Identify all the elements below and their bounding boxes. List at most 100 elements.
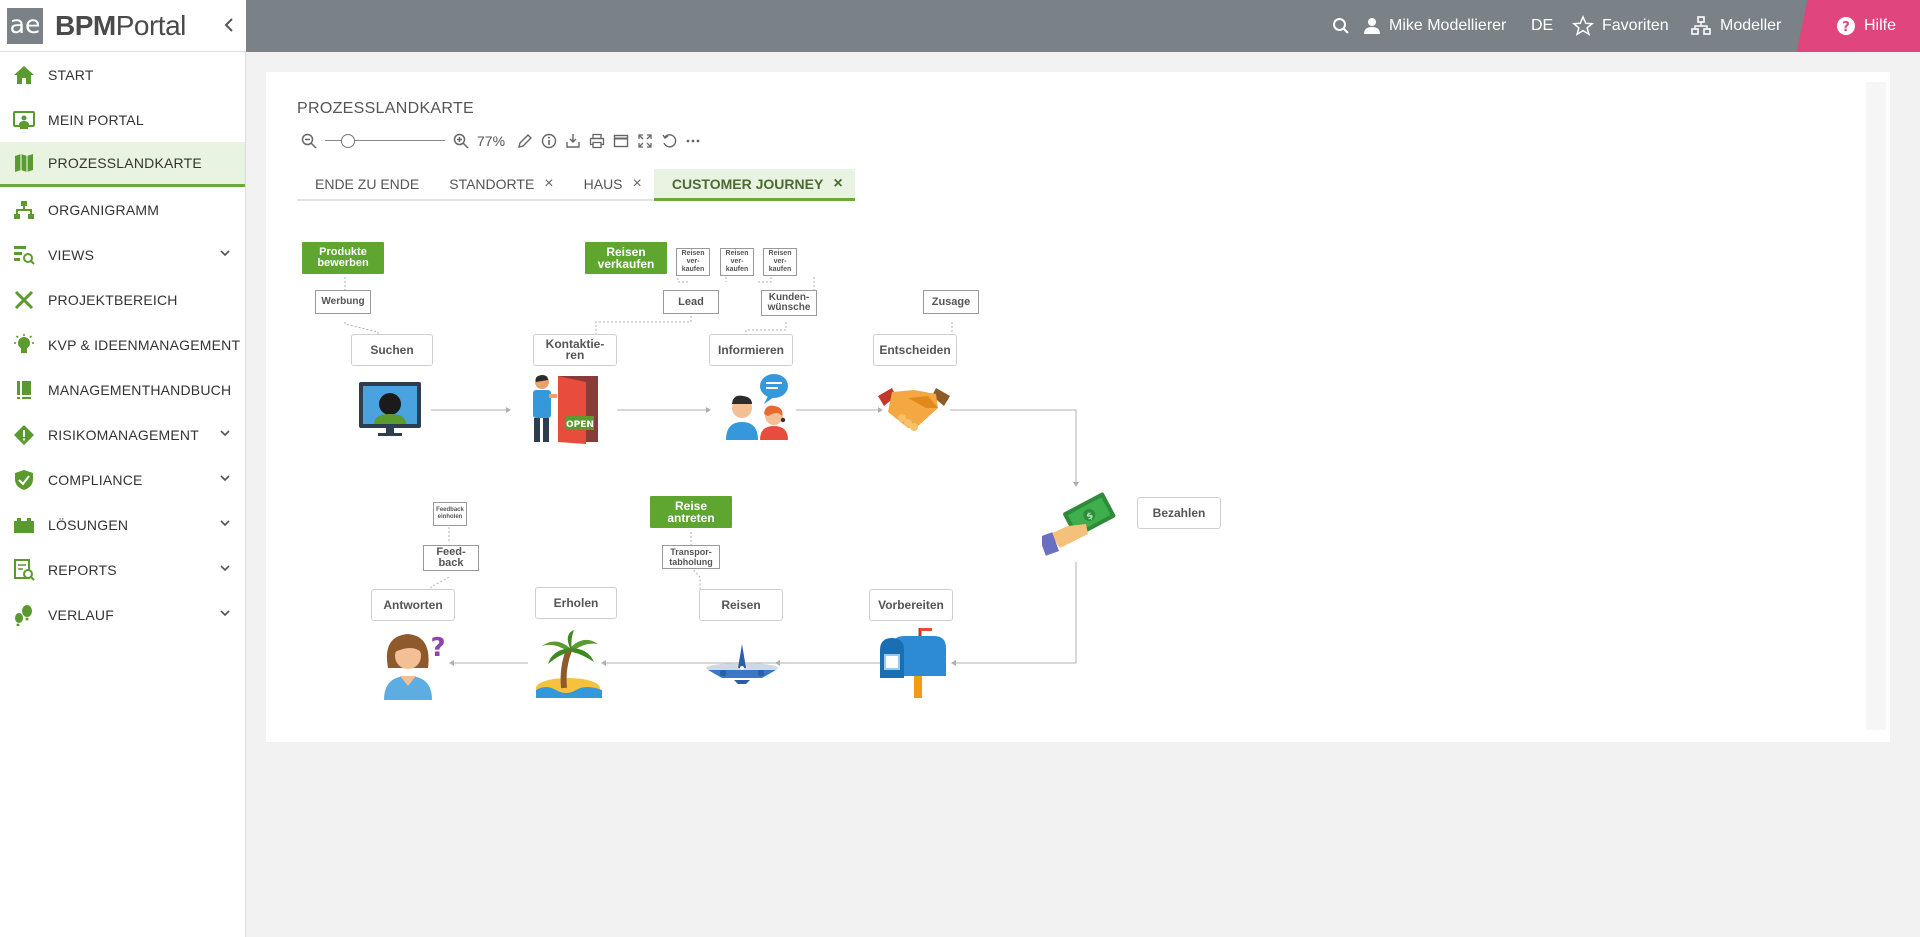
handbook-icon [12,378,36,402]
sidebar-item-organigramm[interactable]: ORGANIGRAMM [0,187,245,232]
document-zusage[interactable]: Zusage [923,290,979,318]
user-icon [1363,17,1381,35]
sidebar-item-reports[interactable]: REPORTS [0,547,245,592]
handshake-icon [878,388,950,431]
document-reisen-verkaufen-1[interactable]: Reisen ver-kaufen [676,248,710,280]
favorites-button[interactable]: Favoriten [1572,0,1669,52]
sidebar-expand-toggle[interactable] [219,246,231,258]
sidebar-item-prozesslandkarte[interactable]: PROZESSLANDKARTE [0,142,245,187]
step-erholen[interactable]: Erholen [535,587,617,619]
green-box-reisen-verkaufen[interactable]: Reisen verkaufen [585,242,667,274]
collapse-sidebar-button[interactable] [222,14,242,38]
chevron-down-icon [220,250,230,257]
sidebar-item-start[interactable]: START [0,52,245,97]
document-werbung[interactable]: Werbung [315,290,371,318]
sidebar-item-views[interactable]: VIEWS [0,232,245,277]
modeler-button[interactable]: Modeller [1690,0,1781,52]
language-switch[interactable]: DE [1531,0,1553,52]
document-feedback-einholen[interactable]: Feedback einholen [433,502,467,530]
computer-user-icon [359,382,421,436]
sidebar-item-risikomanagement[interactable]: RISIKOMANAGEMENT [0,412,245,457]
sidebar-item-mein-portal[interactable]: MEIN PORTAL [0,97,245,142]
lightbulb-icon [12,333,36,357]
sidebar-expand-toggle[interactable] [219,516,231,528]
question-person-icon: ? [384,633,446,700]
svg-text:?: ? [430,633,445,663]
views-icon [12,243,36,267]
sidebar-item-label: VIEWS [48,246,95,263]
sidebar-item-label: RISIKOMANAGEMENT [48,426,199,443]
document-transportabholung[interactable]: Transpor-tabholung [662,545,720,573]
help-label: Hilfe [1863,17,1896,34]
customer-journey-diagram: Produkte bewerben Reisen verkaufen Reise an… [266,72,1890,742]
org-chart-icon [12,198,36,222]
logo-area[interactable]: ae BPMPortal [0,0,246,52]
green-box-produkte-bewerben[interactable]: Produkte bewerben [302,242,384,274]
sidebar: START MEIN PORTAL PROZESSLANDKARTE ORGANIGR… [0,52,246,937]
chevron-down-icon [220,610,230,617]
sidebar-item-verlauf[interactable]: VERLAUF [0,592,245,637]
step-informieren[interactable]: Informieren [709,334,793,366]
sidebar-item-kvp-ideenmanagement[interactable]: KVP & IDEENMANAGEMENT [0,322,245,367]
step-kontaktieren[interactable]: Kontaktie-ren [533,334,617,366]
process-map-panel: PROZESSLANDKARTE 77% ENDE ZU ENDE STANDO… [266,72,1890,742]
portal-icon [12,108,36,132]
chevron-down-icon [220,520,230,527]
home-icon [12,63,36,87]
step-reisen[interactable]: Reisen [699,589,783,621]
green-box-reise-antreten[interactable]: Reise antreten [650,496,732,528]
chevron-down-icon [220,565,230,572]
sidebar-item-label: VERLAUF [48,606,114,623]
sidebar-item-label: ORGANIGRAMM [48,201,160,218]
step-suchen[interactable]: Suchen [351,334,433,366]
sidebar-expand-toggle[interactable] [219,426,231,438]
step-bezahlen[interactable]: Bezahlen [1137,497,1221,529]
logo-mark: ae [7,8,43,44]
user-name: Mike Modellierer [1389,17,1507,34]
sidebar-item-projektbereich[interactable]: PROJEKTBEREICH [0,277,245,322]
sidebar-item-label: PROJEKTBEREICH [48,291,178,308]
chevron-down-icon [220,475,230,482]
help-tab-edge [1796,0,1828,52]
consultation-icon [726,374,788,440]
solutions-icon [12,513,36,537]
chevron-down-icon [220,430,230,437]
money-payment-icon: $ [1042,492,1116,556]
map-icon [12,151,36,175]
connector-lines [344,270,1079,666]
sidebar-item-label: LÖSUNGEN [48,516,129,533]
logo-text: BPMPortal [55,10,186,41]
modeler-icon [1690,15,1712,37]
step-vorbereiten[interactable]: Vorbereiten [869,589,953,621]
help-icon: ? [1836,16,1856,36]
step-antworten[interactable]: Antworten [371,589,455,621]
document-lead[interactable]: Lead [663,290,719,318]
sidebar-item-label: START [48,66,94,83]
language-label: DE [1531,17,1554,34]
palm-tree-icon [536,630,602,698]
help-button[interactable]: ? Hilfe [1796,0,1920,52]
sidebar-item-label: MEIN PORTAL [48,111,144,128]
sidebar-expand-toggle[interactable] [219,471,231,483]
sidebar-item-compliance[interactable]: COMPLIANCE [0,457,245,502]
search-button[interactable] [1332,0,1350,52]
sidebar-item-label: KVP & IDEENMANAGEMENT [48,336,241,353]
sidebar-item-label: REPORTS [48,561,117,578]
sidebar-item-lösungen[interactable]: LÖSUNGEN [0,502,245,547]
user-menu[interactable]: Mike Modellierer [1363,0,1506,52]
step-entscheiden[interactable]: Entscheiden [873,334,957,366]
document-kundenwuensche[interactable]: Kunden-wünsche [761,290,817,320]
favorites-label: Favoriten [1602,17,1669,34]
chevron-left-icon [224,18,233,32]
mailbox-icon [880,628,946,698]
document-reisen-verkaufen-2[interactable]: Reisen ver-kaufen [720,248,754,280]
document-feedback[interactable]: Feed-back [423,545,479,575]
airplane-icon [706,644,778,684]
svg-text:OPEN: OPEN [566,420,594,430]
sidebar-item-managementhandbuch[interactable]: MANAGEMENTHANDBUCH [0,367,245,412]
sidebar-expand-toggle[interactable] [219,561,231,573]
sidebar-expand-toggle[interactable] [219,606,231,618]
tools-icon [12,288,36,312]
document-reisen-verkaufen-3[interactable]: Reisen ver-kaufen [763,248,797,280]
sidebar-item-label: MANAGEMENTHANDBUCH [48,381,232,398]
